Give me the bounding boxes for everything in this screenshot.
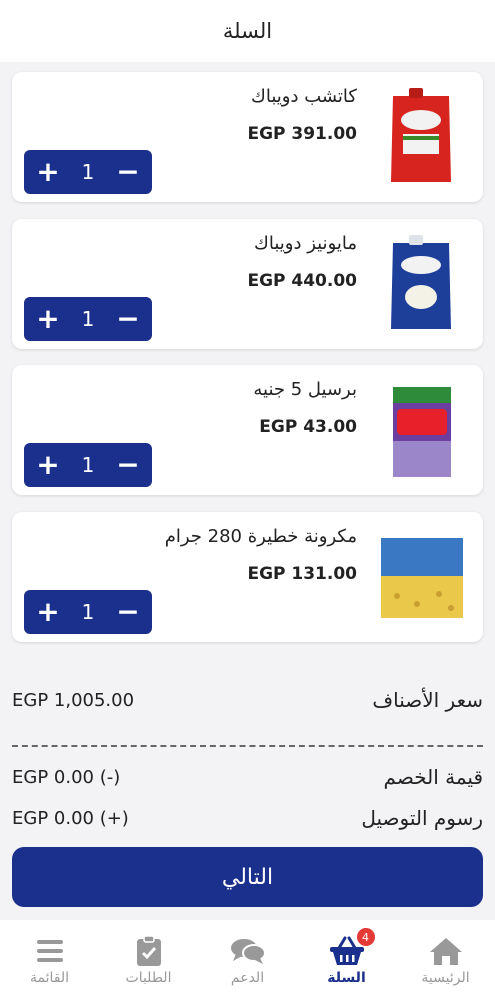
clipboard-check-icon (136, 934, 162, 968)
bottom-navigation: القائمة الطلبات الدعم 4 السلة الرئيسية (0, 920, 495, 1000)
nav-item-menu[interactable]: القائمة (0, 920, 99, 1000)
decrease-quantity-button[interactable]: − (114, 305, 142, 333)
nav-item-home[interactable]: الرئيسية (396, 920, 495, 1000)
nav-label-cart: السلة (327, 970, 366, 986)
persil-product-image (379, 379, 463, 481)
decrease-quantity-button[interactable]: − (114, 598, 142, 626)
product-name: كاتشب دويباك (251, 86, 357, 107)
cart-item: مايونيز دويباك EGP 440.00 + 1 − (12, 219, 483, 349)
nav-label-orders: الطلبات (125, 970, 172, 986)
summary-divider (12, 745, 483, 747)
increase-quantity-button[interactable]: + (34, 451, 62, 479)
basket-icon: 4 (329, 928, 375, 968)
items-total-row: EGP 1,005.00 سعر الأصناف (12, 688, 483, 712)
product-price: EGP 131.00 (247, 564, 357, 584)
quantity-value: 1 (81, 453, 95, 477)
quantity-stepper: + 1 − (24, 297, 152, 341)
cart-item: مكرونة خطيرة 280 جرام EGP 131.00 + 1 − (12, 512, 483, 642)
nav-item-orders[interactable]: الطلبات (99, 920, 198, 1000)
nav-item-support[interactable]: الدعم (198, 920, 297, 1000)
nav-label-home: الرئيسية (421, 970, 470, 986)
decrease-quantity-button[interactable]: − (114, 158, 142, 186)
increase-quantity-button[interactable]: + (34, 158, 62, 186)
items-total-label: سعر الأصناف (372, 688, 483, 712)
cart-item: كاتشب دويباك EGP 391.00 + 1 − (12, 72, 483, 202)
quantity-stepper: + 1 − (24, 590, 152, 634)
delivery-label: رسوم التوصيل (361, 806, 483, 830)
items-total-value: EGP 1,005.00 (12, 689, 135, 711)
delivery-row: EGP 0.00 (+) رسوم التوصيل (12, 806, 483, 830)
quantity-value: 1 (81, 600, 95, 624)
product-name: مايونيز دويباك (254, 233, 357, 254)
product-name: مكرونة خطيرة 280 جرام (164, 526, 357, 547)
product-name: برسيل 5 جنيه (253, 379, 357, 400)
discount-value: EGP 0.00 (-) (12, 766, 121, 788)
product-price: EGP 440.00 (247, 271, 357, 291)
discount-row: EGP 0.00 (-) قيمة الخصم (12, 765, 483, 789)
nav-item-cart[interactable]: 4 السلة (297, 920, 396, 1000)
chat-bubbles-icon (230, 934, 266, 968)
discount-label: قيمة الخصم (383, 765, 483, 789)
app-header: السلة (0, 0, 495, 62)
nav-label-support: الدعم (230, 970, 265, 986)
cart-count-badge: 4 (356, 928, 375, 946)
menu-icon (35, 934, 65, 968)
home-icon (429, 934, 463, 968)
nav-label-menu: القائمة (30, 970, 69, 986)
quantity-stepper: + 1 − (24, 150, 152, 194)
decrease-quantity-button[interactable]: − (114, 451, 142, 479)
mayonnaise-product-image (379, 233, 463, 335)
increase-quantity-button[interactable]: + (34, 598, 62, 626)
increase-quantity-button[interactable]: + (34, 305, 62, 333)
next-button[interactable]: التالي (12, 847, 483, 907)
cart-item: برسيل 5 جنيه EGP 43.00 + 1 − (12, 365, 483, 495)
product-price: EGP 391.00 (247, 124, 357, 144)
quantity-value: 1 (81, 307, 95, 331)
delivery-value: EGP 0.00 (+) (12, 807, 129, 829)
ketchup-product-image (379, 86, 463, 188)
quantity-value: 1 (81, 160, 95, 184)
product-price: EGP 43.00 (259, 417, 357, 437)
quantity-stepper: + 1 − (24, 443, 152, 487)
page-title: السلة (222, 19, 273, 43)
pasta-product-image (377, 526, 467, 628)
